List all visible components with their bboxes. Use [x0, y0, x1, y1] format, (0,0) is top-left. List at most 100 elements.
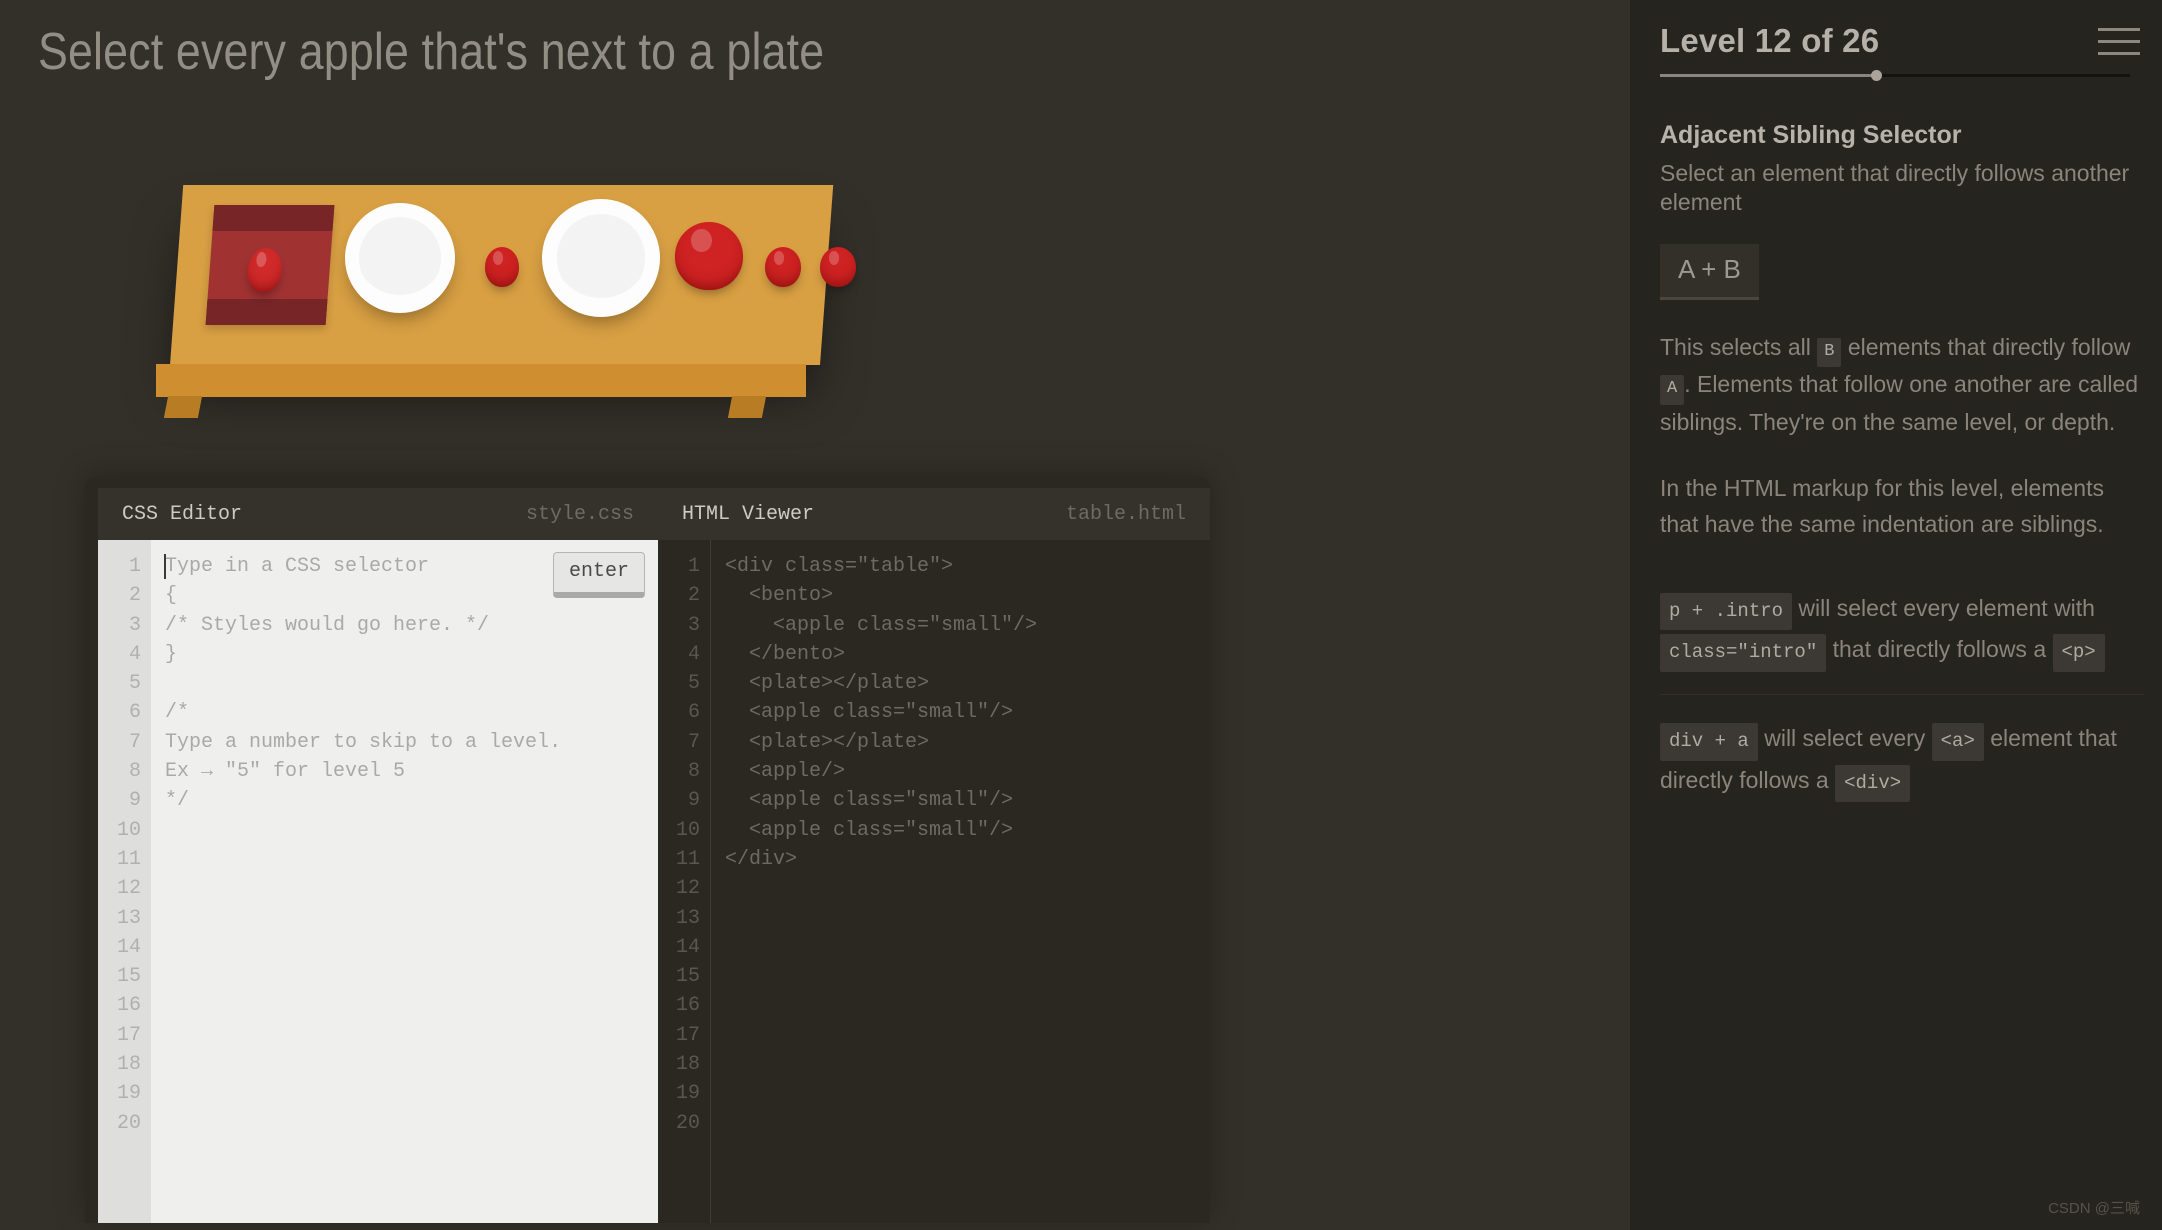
html-line-number-14: 14: [675, 935, 700, 959]
html-line-number-19: 19: [675, 1082, 700, 1106]
html-code-line-7: <plate></plate>: [725, 730, 930, 754]
html-code-line-14: [711, 933, 1210, 962]
css-code-line-11: [151, 845, 658, 874]
example-1-chip-3: <p>: [2052, 634, 2105, 672]
html-code-line-13: [711, 904, 1210, 933]
css-code-line-7: Type a number to skip to a level.: [165, 730, 562, 754]
selector-name: Adjacent Sibling Selector: [1660, 121, 1962, 149]
table-board: [0, 130, 1200, 430]
table-leg-left: [163, 396, 203, 418]
help-sidebar: Level 12 of 26 Adjacent Sibling Selector…: [1630, 0, 2162, 1230]
css-line-number-15: 15: [116, 965, 141, 989]
html-code-line-11: </div>: [725, 847, 798, 871]
order-title: Select every apple that's next to a plat…: [38, 23, 825, 81]
css-editor-label: CSS Editor: [122, 502, 243, 526]
css-code-line-5: [151, 669, 658, 698]
editor-titlebar: CSS Editor style.css HTML Viewer table.h…: [98, 488, 1210, 540]
css-line-number-10: 10: [116, 818, 141, 842]
apple-small-in-bento[interactable]: [246, 248, 284, 292]
help-p1-part1: This selects all: [1660, 333, 1811, 360]
css-code-line-9: */: [165, 789, 190, 813]
plate-2[interactable]: [542, 199, 660, 317]
apple-small-1[interactable]: [485, 247, 519, 287]
apple-large[interactable]: [675, 222, 743, 290]
css-line-number-13: 13: [116, 906, 141, 930]
examples-list: p + .intro will select every element wit…: [1660, 589, 2162, 803]
css-editor-input[interactable]: Type in a CSS selector{/* Styles would g…: [151, 540, 658, 1223]
css-line-number-4: 4: [128, 642, 141, 666]
help-paragraph-1: This selects all B elements that directl…: [1660, 330, 2144, 441]
html-line-number-17: 17: [675, 1023, 700, 1047]
css-diner-app: Select every apple that's next to a plat…: [0, 0, 2162, 1230]
apple-small-3[interactable]: [820, 247, 856, 287]
css-line-number-12: 12: [116, 877, 141, 901]
css-line-number-9: 9: [128, 789, 141, 813]
example-2-chip-3: <div>: [1835, 764, 1911, 803]
html-viewer-pane: 1 2 3 4 5 6 7 8 9 10 11 12 13 14 15 16 17 18 19 20 <div cla…: [658, 540, 1210, 1223]
example-2-chip-1: div + a: [1660, 722, 1758, 761]
selector-help: Adjacent Sibling Selector Select an elem…: [1660, 121, 2162, 543]
main-game-area: Select every apple that's next to a plat…: [0, 0, 1630, 1230]
css-editor-gutter: 1 2 3 4 5 6 7 8 9 10 11 12 13 14 15 16 17 18 19 20: [98, 540, 151, 1223]
selector-syntax: A + B: [1660, 243, 1759, 300]
html-line-number-12: 12: [675, 877, 700, 901]
html-line-number-2: 2: [687, 584, 700, 608]
css-editor-filename: style.css: [525, 502, 634, 526]
html-line-number-3: 3: [687, 613, 700, 637]
html-code-line-17: [711, 1021, 1210, 1050]
level-progress-bar[interactable]: [1660, 70, 2130, 81]
html-code-line-16: [711, 991, 1210, 1020]
help-p1-chip-a: A: [1660, 375, 1685, 405]
html-line-number-13: 13: [675, 906, 700, 930]
html-code-line-4: </bento>: [725, 642, 846, 666]
css-editor-titlebar: CSS Editor style.css: [98, 488, 658, 540]
html-code-line-5: <plate></plate>: [725, 672, 930, 696]
html-line-number-18: 18: [675, 1053, 700, 1077]
example-2-text-1: will select every: [1764, 724, 1926, 751]
example-2-chip-2: <a>: [1931, 722, 1984, 761]
html-code-line-19: [711, 1079, 1210, 1108]
watermark: CSDN @三喊: [2048, 1200, 2140, 1217]
apple-small-2[interactable]: [765, 247, 801, 287]
css-code-line-3: /* Styles would go here. */: [165, 613, 490, 637]
css-line-number-14: 14: [116, 935, 141, 959]
enter-button[interactable]: enter: [552, 552, 645, 598]
css-editor-pane[interactable]: 1 2 3 4 5 6 7 8 9 10 11 12 13 14 15 16 17 18 19 20 Type in …: [98, 540, 658, 1223]
css-code-line-13: [151, 904, 658, 933]
css-code-line-6: /*: [165, 701, 190, 725]
level-progress-knob[interactable]: [1871, 70, 1883, 81]
editor-panes: 1 2 3 4 5 6 7 8 9 10 11 12 13 14 15 16 17 18 19 20 Type in …: [98, 540, 1210, 1223]
example-1-chip-2: class=″intro″: [1660, 634, 1827, 672]
css-line-number-20: 20: [116, 1111, 141, 1135]
html-line-number-9: 9: [687, 789, 700, 813]
html-viewer-filename: table.html: [1065, 502, 1186, 526]
css-code-line-18: [151, 1050, 658, 1079]
example-1-text-1: will select every element with: [1798, 594, 2095, 621]
html-line-number-10: 10: [675, 818, 700, 842]
html-code-line-12: [711, 874, 1210, 903]
example-1: p + .intro will select every element wit…: [1660, 589, 2144, 672]
html-line-number-15: 15: [675, 965, 700, 989]
html-code-line-2: <bento>: [725, 584, 834, 608]
css-line-number-7: 7: [128, 730, 141, 754]
html-line-number-8: 8: [687, 760, 700, 784]
editor-window: CSS Editor style.css HTML Viewer table.h…: [85, 478, 1210, 1223]
bento-box[interactable]: [205, 205, 335, 325]
css-line-number-3: 3: [128, 613, 141, 637]
html-line-number-11: 11: [675, 847, 700, 871]
css-line-number-16: 16: [116, 994, 141, 1018]
css-line-number-18: 18: [116, 1053, 141, 1077]
css-code-line-19: [151, 1079, 658, 1108]
example-2: div + a will select every <a> element th…: [1660, 693, 2144, 803]
selector-description: Select an element that directly follows …: [1660, 160, 2130, 216]
table-leg-right: [727, 396, 767, 418]
example-1-chip-1: p + .intro: [1660, 592, 1793, 631]
html-line-number-7: 7: [687, 730, 700, 754]
html-line-number-4: 4: [687, 642, 700, 666]
example-1-text-2: that directly follows a: [1832, 636, 2047, 663]
plate-1[interactable]: [345, 203, 455, 313]
html-code-line-10: <apple class=″small″/>: [725, 818, 1014, 842]
css-line-number-2: 2: [128, 584, 141, 608]
hamburger-icon[interactable]: [2098, 28, 2140, 64]
css-line-number-11: 11: [116, 847, 141, 871]
